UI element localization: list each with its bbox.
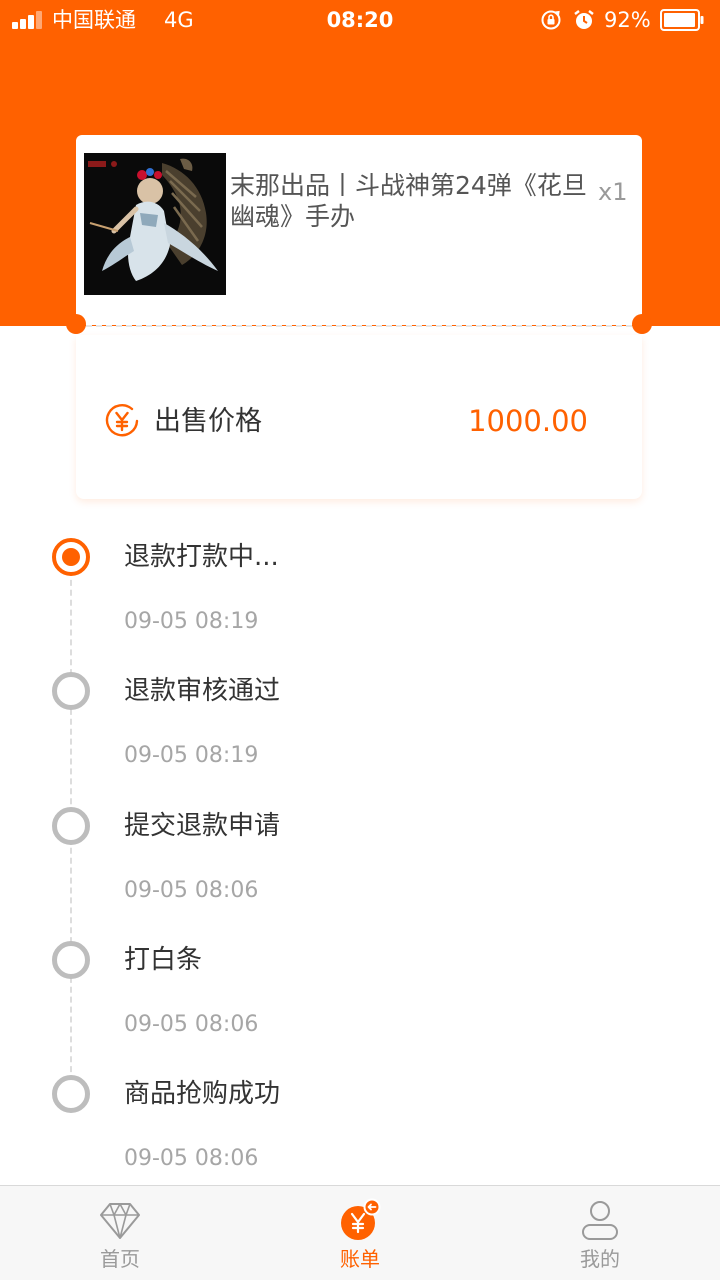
timeline-item: 商品抢购成功 09-05 08:06 — [0, 1075, 720, 1195]
timeline-time: 09-05 08:06 — [124, 878, 259, 903]
alarm-icon — [574, 10, 594, 29]
timeline-title: 商品抢购成功 — [124, 1079, 281, 1109]
timeline-time: 09-05 08:06 — [124, 1012, 259, 1037]
timeline-item: 退款审核通过 09-05 08:19 — [0, 672, 720, 792]
price-card: 出售价格 1000.00 — [76, 335, 642, 499]
timeline-dot — [52, 941, 90, 979]
timeline-dot-active — [52, 538, 90, 576]
tab-mine[interactable]: 我的 — [480, 1186, 720, 1280]
timeline-title: 打白条 — [124, 945, 203, 975]
yen-bill-icon — [341, 1198, 381, 1240]
timeline-title: 提交退款申请 — [124, 811, 281, 841]
timeline-time: 09-05 08:06 — [124, 1146, 259, 1171]
tab-bar: 首页 账单 我的 — [0, 1185, 720, 1280]
tab-bill[interactable]: 账单 — [240, 1186, 480, 1280]
timeline-dot — [52, 672, 90, 710]
price-label: 出售价格 — [154, 406, 262, 437]
ticket-notch-right — [632, 314, 652, 334]
timeline-title: 退款打款中... — [124, 542, 279, 572]
battery-icon — [660, 9, 704, 31]
person-icon — [582, 1201, 618, 1240]
product-quantity: x1 — [598, 178, 628, 206]
rotation-lock-icon — [541, 10, 561, 30]
timeline-dot — [52, 1075, 90, 1113]
status-bar: 中国联通 4G 08:20 92% — [0, 0, 720, 40]
timeline-time: 09-05 08:19 — [124, 743, 259, 768]
timeline-time: 09-05 08:19 — [124, 609, 259, 634]
tab-home-label: 首页 — [100, 1247, 140, 1271]
product-card[interactable]: 末那出品丨斗战神第24弹《花旦幽魂》手办 x1 — [76, 135, 642, 325]
tab-mine-label: 我的 — [580, 1247, 620, 1271]
tab-bill-label: 账单 — [340, 1247, 380, 1271]
timeline-dot — [52, 807, 90, 845]
timeline-title: 退款审核通过 — [124, 676, 281, 706]
tab-home[interactable]: 首页 — [0, 1186, 240, 1280]
timeline-item: 提交退款申请 09-05 08:06 — [0, 807, 720, 927]
ticket-divider — [86, 325, 632, 327]
timeline-item: 打白条 09-05 08:06 — [0, 941, 720, 1061]
battery-percent: 92% — [604, 8, 651, 32]
ticket-notch-left — [66, 314, 86, 334]
product-image[interactable] — [84, 153, 226, 295]
timeline-item: 退款打款中... 09-05 08:19 — [0, 538, 720, 658]
yen-circle-icon — [105, 404, 139, 437]
product-title: 末那出品丨斗战神第24弹《花旦幽魂》手办 — [230, 171, 587, 231]
price-value: 1000.00 — [468, 404, 588, 438]
diamond-icon — [100, 1203, 140, 1239]
